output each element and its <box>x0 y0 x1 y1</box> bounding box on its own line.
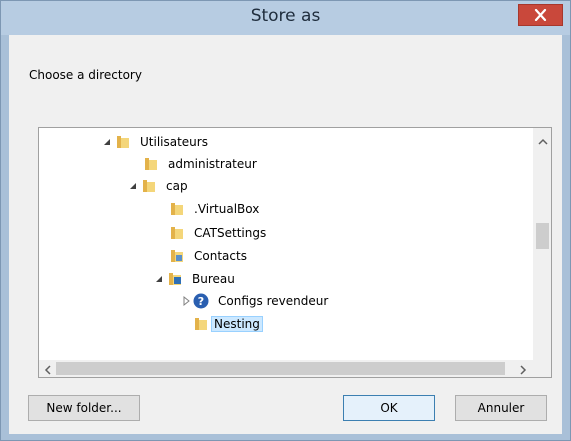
title-bar[interactable]: Store as <box>1 1 570 35</box>
tree-item-label: Utilisateurs <box>140 135 208 149</box>
tree-item-utilisateurs[interactable]: Utilisateurs <box>101 131 211 153</box>
collapsed-arrow-icon[interactable] <box>179 294 193 308</box>
expanded-arrow-icon[interactable] <box>127 179 141 193</box>
folder-icon <box>115 134 131 150</box>
folder-icon <box>169 225 185 241</box>
scroll-up-arrow-icon[interactable] <box>538 135 548 149</box>
dialog-title: Store as <box>250 6 321 26</box>
folder-icon <box>169 201 185 217</box>
tree-item-nesting[interactable]: Nesting <box>193 313 263 335</box>
tree-item-configs-revendeur[interactable]: ? Configs revendeur <box>179 290 331 312</box>
ok-button[interactable]: OK <box>343 395 435 421</box>
cancel-button[interactable]: Annuler <box>455 395 547 421</box>
prompt-label: Choose a directory <box>29 68 142 82</box>
tree-item-label: Nesting <box>211 316 263 332</box>
tree-item-contacts[interactable]: Contacts <box>169 245 250 267</box>
store-as-dialog: Store as Choose a directory Utilisateurs <box>0 0 571 441</box>
horizontal-scroll-thumb[interactable] <box>56 362 505 375</box>
help-icon: ? <box>193 293 209 309</box>
scroll-right-arrow-icon[interactable] <box>519 364 527 377</box>
folder-icon <box>143 156 159 172</box>
expanded-arrow-icon[interactable] <box>153 272 167 286</box>
tree-item-cap[interactable]: cap <box>127 175 191 197</box>
tree-item-bureau[interactable]: Bureau <box>153 268 238 290</box>
desktop-folder-icon <box>167 271 183 287</box>
folder-icon <box>193 316 209 332</box>
folder-tree[interactable]: Utilisateurs administrateur cap .Virtual… <box>38 127 552 378</box>
tree-item-label: administrateur <box>168 157 257 171</box>
tree-item-label: Bureau <box>192 272 235 286</box>
tree-item-label: CATSettings <box>194 226 267 240</box>
tree-item-virtualbox[interactable]: .VirtualBox <box>169 198 262 220</box>
horizontal-scrollbar[interactable] <box>39 360 551 377</box>
close-button[interactable] <box>518 4 563 26</box>
tree-item-label: Configs revendeur <box>218 294 329 308</box>
svg-text:?: ? <box>198 295 204 308</box>
tree-item-label: .VirtualBox <box>194 202 260 216</box>
dialog-body: Choose a directory Utilisateurs administ… <box>9 35 562 434</box>
scroll-left-arrow-icon[interactable] <box>44 364 52 377</box>
folder-icon <box>141 178 157 194</box>
expanded-arrow-icon[interactable] <box>101 135 115 149</box>
vertical-scrollbar[interactable] <box>533 128 551 361</box>
vertical-scroll-thumb[interactable] <box>536 223 549 249</box>
tree-item-label: Contacts <box>194 249 247 263</box>
close-icon <box>534 9 547 21</box>
tree-item-catsettings[interactable]: CATSettings <box>169 222 269 244</box>
new-folder-button[interactable]: New folder... <box>28 395 140 421</box>
contacts-folder-icon <box>169 248 185 264</box>
tree-item-label: cap <box>166 179 188 193</box>
tree-item-administrateur[interactable]: administrateur <box>143 153 260 175</box>
